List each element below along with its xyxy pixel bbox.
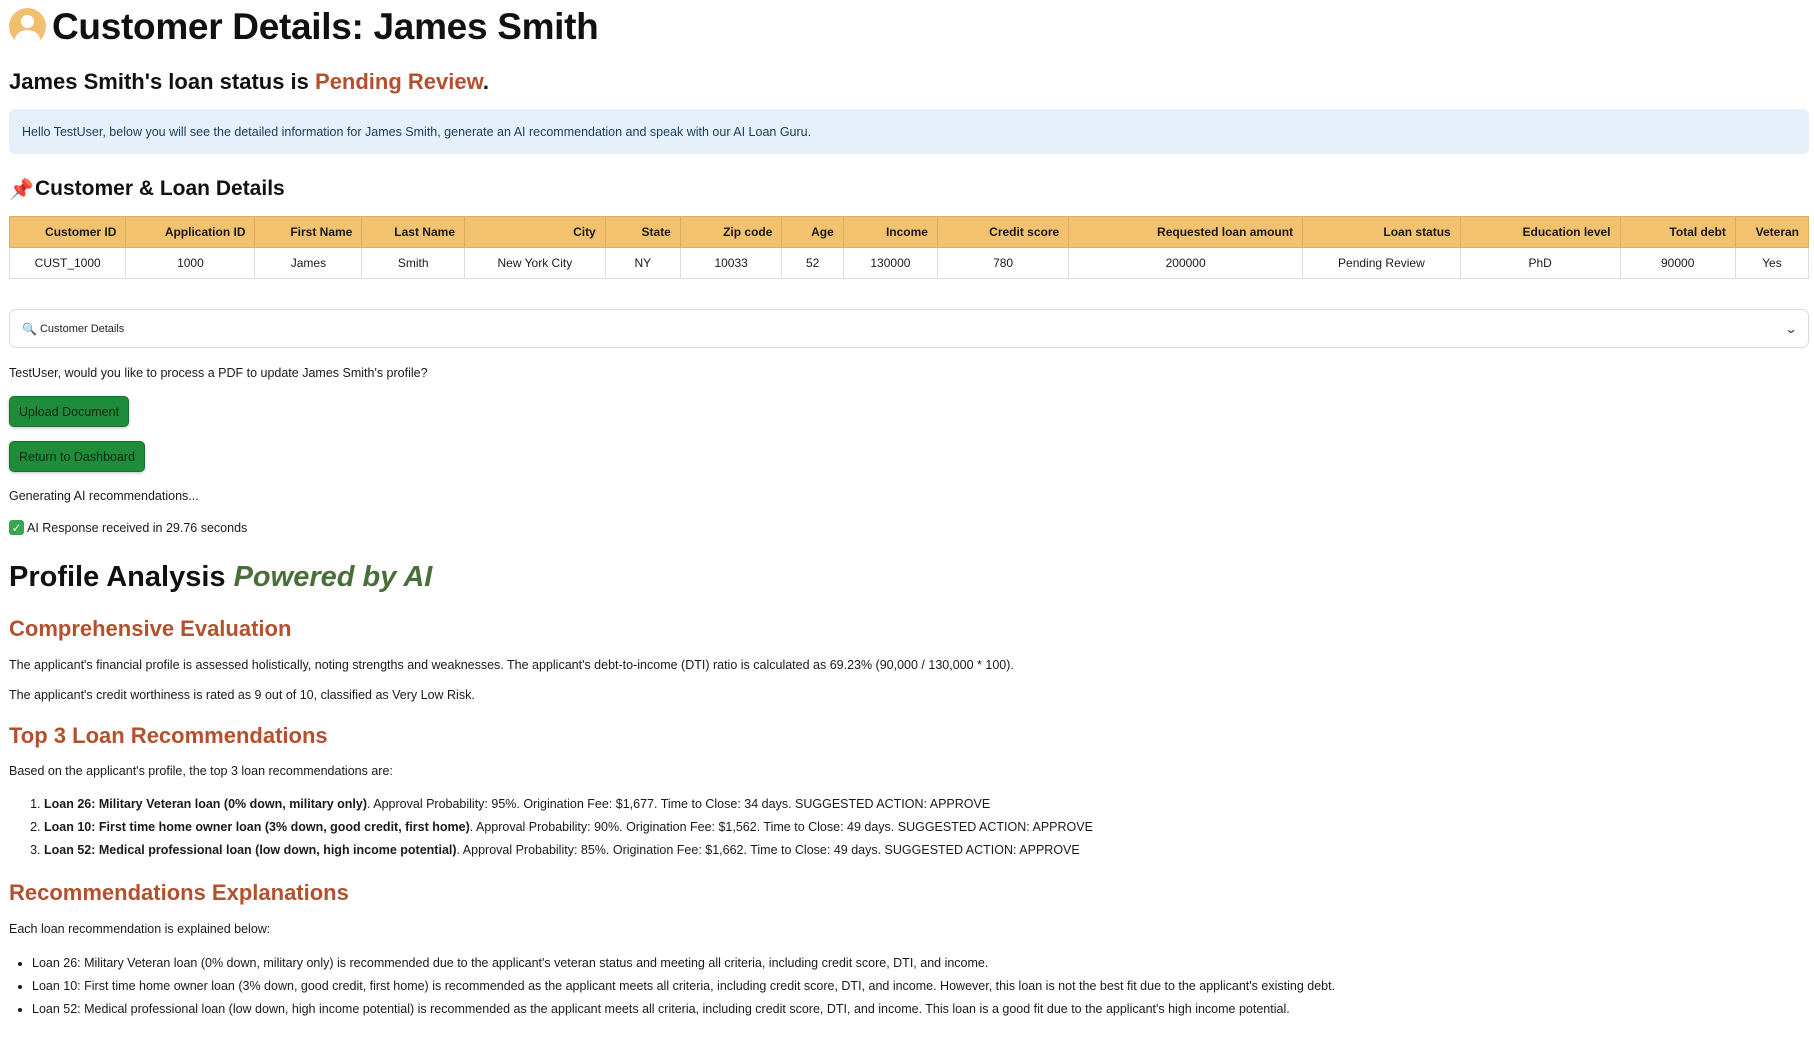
- table-cell: Yes: [1734, 247, 1810, 279]
- col-header: Age: [781, 216, 844, 248]
- recommendations-intro: Based on the applicant's profile, the to…: [9, 764, 393, 778]
- col-header: Last Name: [361, 216, 465, 248]
- table-cell: 200000: [1068, 247, 1304, 279]
- magnifier-icon: 🔍: [22, 321, 37, 336]
- col-header: Total debt: [1619, 216, 1736, 248]
- table-cell: PhD: [1459, 247, 1621, 279]
- col-header: First Name: [254, 216, 363, 248]
- col-header: Application ID: [125, 216, 256, 248]
- table-cell: 780: [936, 247, 1070, 279]
- check-mark-icon: ✓: [9, 520, 24, 535]
- table-cell: CUST_1000: [8, 247, 127, 279]
- table-cell: 130000: [842, 247, 938, 279]
- loan-status-line: James Smith's loan status is Pending Rev…: [9, 69, 490, 94]
- table-cell: New York City: [464, 247, 606, 279]
- col-header: Income: [842, 216, 938, 248]
- page-title: Customer Details: James Smith: [52, 5, 599, 47]
- explanations-heading: Recommendations Explanations: [9, 880, 349, 905]
- powered-by-ai: Powered by AI: [233, 561, 433, 593]
- col-header: City: [464, 216, 606, 248]
- table-header-row: Customer ID Application ID First Name La…: [8, 216, 1810, 248]
- table-cell: James: [254, 247, 363, 279]
- page-title-row: Customer Details: James Smith: [9, 0, 1809, 52]
- col-header: Veteran: [1734, 216, 1810, 248]
- list-item: Loan 52: Medical professional loan (low …: [44, 839, 1809, 862]
- evaluation-heading: Comprehensive Evaluation: [9, 616, 292, 641]
- main-content: Customer Details: James Smith James Smit…: [8, 0, 1810, 1021]
- list-item: Loan 10: First time home owner loan (3% …: [44, 816, 1809, 839]
- upload-document-button[interactable]: Upload Document: [9, 396, 130, 427]
- list-item: Loan 52: Medical professional loan (low …: [32, 998, 1809, 1021]
- table-cell: Smith: [361, 247, 465, 279]
- table-row: CUST_1000 1000 James Smith New York City…: [8, 247, 1810, 279]
- table-cell: 1000: [125, 247, 256, 279]
- list-item: Loan 10: First time home owner loan (3% …: [32, 975, 1809, 998]
- user-avatar-icon: [9, 7, 46, 45]
- evaluation-paragraph-2: The applicant's credit worthiness is rat…: [9, 688, 475, 702]
- col-header: Education level: [1459, 216, 1621, 248]
- col-header: Requested loan amount: [1068, 216, 1304, 248]
- col-header: Credit score: [936, 216, 1070, 248]
- table-cell: NY: [604, 247, 681, 279]
- table-cell: Pending Review: [1302, 247, 1461, 279]
- response-status: ✓ AI Response received in 29.76 seconds: [9, 520, 1809, 535]
- customer-details-expander[interactable]: 🔍 Customer Details ⌄: [9, 309, 1809, 348]
- recommendations-list: Loan 26: Military Veteran loan (0% down,…: [9, 793, 1809, 862]
- table-cell: 90000: [1619, 247, 1736, 279]
- customer-loan-table: Customer ID Application ID First Name La…: [8, 216, 1810, 279]
- recommendations-heading: Top 3 Loan Recommendations: [9, 723, 328, 748]
- col-header: Customer ID: [8, 216, 127, 248]
- explanations-list: Loan 26: Military Veteran loan (0% down,…: [9, 952, 1809, 1021]
- upload-prompt: TestUser, would you like to process a PD…: [9, 366, 428, 380]
- explanations-intro: Each loan recommendation is explained be…: [9, 922, 271, 936]
- list-item: Loan 26: Military Veteran loan (0% down,…: [44, 793, 1809, 816]
- return-to-dashboard-button[interactable]: Return to Dashboard: [9, 441, 146, 472]
- details-section-heading: 📌 Customer & Loan Details: [9, 177, 285, 201]
- list-item: Loan 26: Military Veteran loan (0% down,…: [32, 952, 1809, 975]
- evaluation-paragraph-1: The applicant's financial profile is ass…: [9, 658, 1014, 672]
- col-header: State: [604, 216, 681, 248]
- expander-label: Customer Details: [39, 322, 125, 335]
- pushpin-icon: 📌: [9, 178, 34, 201]
- chevron-down-icon[interactable]: ⌄: [1784, 322, 1797, 336]
- info-alert-text: Hello TestUser, below you will see the d…: [22, 124, 812, 139]
- profile-analysis-heading: Profile Analysis Powered by AI: [9, 561, 433, 593]
- generating-status: Generating AI recommendations...: [9, 489, 199, 503]
- info-alert: Hello TestUser, below you will see the d…: [9, 109, 1809, 154]
- loan-status-value: Pending Review: [315, 69, 483, 94]
- table-cell: 52: [781, 247, 844, 279]
- col-header: Loan status: [1302, 216, 1461, 248]
- table-cell: 10033: [679, 247, 783, 279]
- col-header: Zip code: [679, 216, 783, 248]
